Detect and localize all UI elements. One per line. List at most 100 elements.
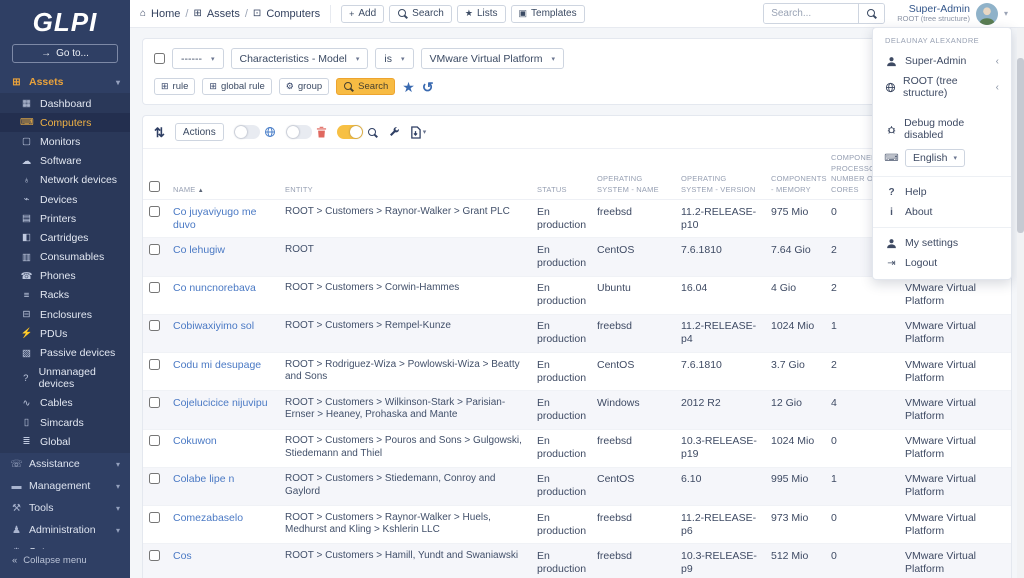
- sidebar-section-assets[interactable]: ⊞ Assets ▾: [0, 71, 130, 93]
- menu-item-entity[interactable]: ROOT (tree structure) ‹: [873, 71, 1011, 103]
- search-icon: [367, 127, 378, 138]
- actions-button[interactable]: Actions: [174, 123, 224, 141]
- sidebar-item-passive-devices[interactable]: ▧ Passive devices: [0, 343, 130, 362]
- language-select[interactable]: English ▾: [905, 149, 965, 167]
- breadcrumb-computers[interactable]: Computers: [266, 8, 320, 20]
- sidebar-item-global[interactable]: ≣ Global: [0, 432, 130, 451]
- row-checkbox[interactable]: [149, 205, 160, 217]
- search-button[interactable]: Search: [389, 4, 452, 23]
- menu-item-my-settings[interactable]: My settings: [873, 233, 1011, 253]
- row-checkbox[interactable]: [149, 473, 160, 485]
- sidebar-item-dashboard[interactable]: ▦ Dashboard: [0, 94, 130, 113]
- help-icon: ?: [888, 186, 895, 198]
- add-rule-button[interactable]: ⊞ rule: [154, 78, 196, 95]
- computer-link[interactable]: Cobiwaxiyimo sol: [173, 320, 254, 332]
- cartridge-icon: ◧: [22, 232, 31, 244]
- sidebar-item-network-devices[interactable]: ♁ Network devices: [0, 171, 130, 190]
- sidebar-section-tools[interactable]: ⚒ Tools ▾: [0, 497, 130, 519]
- collapse-menu-button[interactable]: « Collapse menu: [0, 549, 130, 578]
- export-icon[interactable]: ▾: [410, 125, 426, 139]
- double-chevron-left-icon: «: [12, 555, 18, 566]
- row-checkbox[interactable]: [149, 396, 160, 408]
- search-filter-toggle[interactable]: [336, 125, 363, 139]
- sidebar-item-cables[interactable]: ∿ Cables: [0, 394, 130, 413]
- home-icon: ⌂: [140, 8, 147, 19]
- sidebar-item-monitors[interactable]: ▢ Monitors: [0, 132, 130, 151]
- col-header-name[interactable]: Name ▲: [167, 148, 279, 200]
- wrench-icon[interactable]: [388, 126, 400, 138]
- computer-link[interactable]: Colabe lipe n: [173, 473, 234, 485]
- computer-link[interactable]: Comezabaselo: [173, 512, 243, 524]
- global-search-submit[interactable]: [858, 4, 885, 23]
- templates-icon: ▣: [518, 8, 528, 18]
- computer-link[interactable]: Codu mi desupage: [173, 359, 261, 371]
- operator-dropdown[interactable]: is ▾: [375, 48, 414, 69]
- criteria-checkbox[interactable]: [154, 53, 165, 64]
- row-checkbox[interactable]: [149, 282, 160, 293]
- add-global-rule-button[interactable]: ⊞ global rule: [202, 78, 272, 95]
- row-height-icon[interactable]: ⇅: [154, 126, 165, 139]
- menu-item-profile[interactable]: Super-Admin ‹: [873, 51, 1011, 71]
- pdu-icon: ⚡: [20, 328, 33, 340]
- row-checkbox[interactable]: [149, 358, 160, 370]
- computer-link[interactable]: Co nuncnorebava: [173, 282, 256, 294]
- global-search-input[interactable]: [764, 4, 859, 23]
- sidebar-item-simcards[interactable]: ▯ Simcards: [0, 413, 130, 432]
- sidebar-item-software[interactable]: ☁ Software: [0, 152, 130, 171]
- deleted-toggle[interactable]: [285, 125, 312, 139]
- sidebar-item-computers[interactable]: ⌨ Computers: [0, 113, 130, 133]
- computer-link[interactable]: Cos: [173, 550, 192, 562]
- sidebar-section-assistance[interactable]: ☏ Assistance ▾: [0, 453, 130, 475]
- row-checkbox[interactable]: [149, 511, 160, 523]
- value-dropdown[interactable]: VMware Virtual Platform ▾: [420, 48, 565, 69]
- sidebar-section-administration[interactable]: ♟ Administration ▾: [0, 519, 130, 541]
- sidebar-item-phones[interactable]: ☎ Phones: [0, 267, 130, 286]
- reset-search-icon[interactable]: ↺: [422, 80, 434, 94]
- menu-item-about[interactable]: i About: [873, 202, 1011, 222]
- lists-button[interactable]: ★ Lists: [456, 4, 506, 23]
- col-header-status[interactable]: Status: [531, 148, 591, 200]
- passive-device-icon: ▧: [22, 347, 31, 359]
- run-search-button[interactable]: Search: [336, 78, 396, 95]
- menu-item-debug[interactable]: Debug mode disabled: [873, 113, 1011, 145]
- row-checkbox[interactable]: [149, 243, 160, 255]
- col-header-entity[interactable]: Entity: [279, 148, 531, 200]
- computer-link[interactable]: Cojelucicice nijuvipu: [173, 397, 268, 409]
- sidebar-section-setup[interactable]: ⚙Setup▾: [0, 541, 130, 549]
- computer-link[interactable]: Co juyaviyugo me duvo: [173, 206, 256, 231]
- add-button[interactable]: + Add: [341, 4, 385, 23]
- sidebar-item-devices[interactable]: ⌁ Devices: [0, 190, 130, 209]
- row-checkbox[interactable]: [149, 320, 160, 332]
- map-toggle[interactable]: [233, 125, 260, 139]
- sidebar-item-enclosures[interactable]: ⊟ Enclosures: [0, 305, 130, 324]
- scrollbar-thumb[interactable]: [1017, 58, 1024, 233]
- sidebar-item-printers[interactable]: ▤ Printers: [0, 209, 130, 228]
- row-selector-dropdown[interactable]: ------ ▾: [172, 48, 224, 69]
- breadcrumb-assets[interactable]: Assets: [207, 8, 240, 20]
- row-checkbox[interactable]: [149, 435, 160, 446]
- user-menu-trigger[interactable]: Super-Admin ROOT (tree structure) ▾: [897, 2, 1008, 25]
- col-header-os-version[interactable]: Operating system - Version: [675, 148, 765, 200]
- select-all-checkbox[interactable]: [149, 180, 160, 192]
- templates-button[interactable]: ▣ Templates: [510, 4, 585, 23]
- menu-item-help[interactable]: ? Help: [873, 182, 1011, 202]
- add-group-button[interactable]: ⚙ group: [278, 78, 330, 95]
- field-dropdown[interactable]: Characteristics - Model ▾: [230, 48, 369, 69]
- breadcrumb-home[interactable]: Home: [151, 8, 180, 20]
- sidebar-item-cartridges[interactable]: ◧ Cartridges: [0, 228, 130, 247]
- col-header-os-name[interactable]: Operating system - Name: [591, 148, 675, 200]
- goto-button[interactable]: → Go to...: [12, 44, 118, 63]
- menu-item-logout[interactable]: ⇥ Logout: [873, 253, 1011, 273]
- computer-link[interactable]: Cokuwon: [173, 435, 217, 447]
- sidebar-item-consumables[interactable]: ▥ Consumables: [0, 248, 130, 267]
- col-header-memory[interactable]: Components - Memory: [765, 148, 827, 200]
- chevron-down-icon: ▾: [115, 503, 120, 513]
- row-checkbox[interactable]: [149, 549, 160, 561]
- assets-icon: ⊞: [193, 8, 202, 19]
- sidebar-section-management[interactable]: ▬ Management ▾: [0, 475, 130, 497]
- computer-link[interactable]: Co lehugiw: [173, 244, 225, 256]
- sidebar-item-racks[interactable]: ≡ Racks: [0, 286, 130, 305]
- sidebar-item-pdus[interactable]: ⚡ PDUs: [0, 324, 130, 343]
- sidebar-item-unmanaged-devices[interactable]: ? Unmanaged devices: [0, 363, 130, 394]
- bookmark-star-icon[interactable]: ★: [402, 80, 415, 94]
